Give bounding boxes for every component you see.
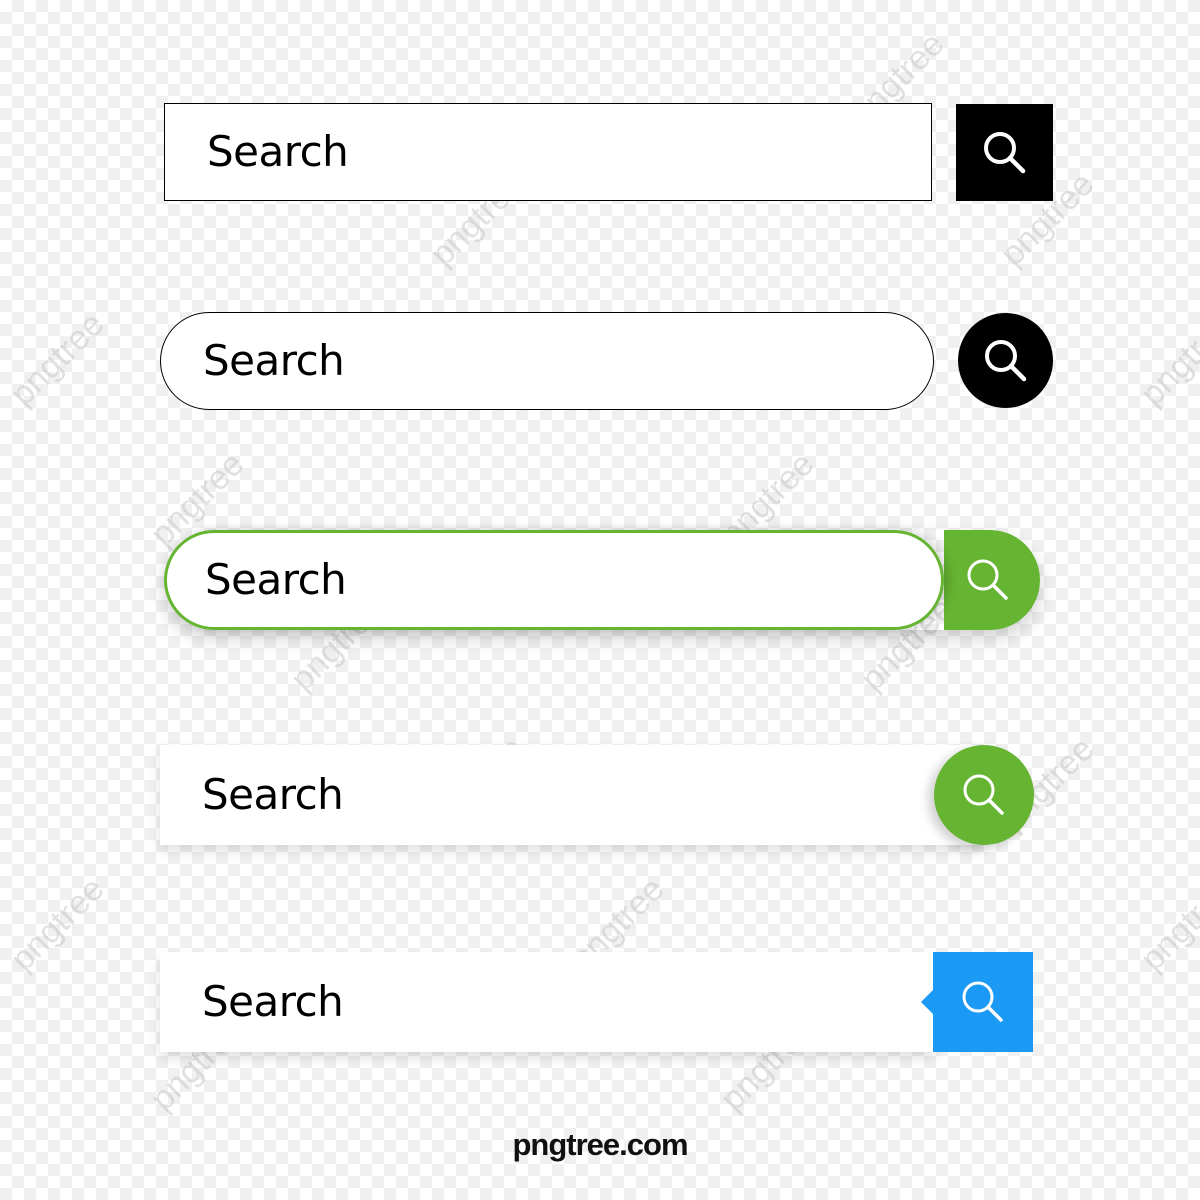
search-icon [977,125,1033,181]
search-icon [955,974,1011,1030]
watermark: pngtree [3,869,112,979]
search-button[interactable] [958,313,1053,408]
search-button[interactable] [934,745,1034,845]
search-placeholder: Search [205,555,347,604]
search-input[interactable]: Search [164,530,944,630]
search-bar-pill-outline[interactable]: Search [160,312,934,410]
search-placeholder: Search [202,770,344,819]
search-placeholder: Search [203,336,345,385]
search-button[interactable] [956,104,1053,201]
search-button[interactable] [944,530,1040,630]
footer-logo: pngtree.com [512,1127,688,1162]
search-icon [956,767,1012,823]
watermark: pngtree [1133,304,1200,414]
watermark: pngtree [3,304,112,414]
pointer-arrow [921,990,933,1014]
search-placeholder: Search [202,977,344,1026]
search-placeholder: Search [207,127,349,176]
search-bar-flat[interactable]: Search [160,952,935,1052]
search-bar-flat[interactable]: Search [160,745,980,845]
search-button[interactable] [921,952,1033,1052]
search-icon [978,333,1034,389]
watermark: pngtree [1133,869,1200,979]
search-icon [960,552,1016,608]
search-bar-square-outline[interactable]: Search [164,103,932,201]
search-bar-green-pill-combo: Search [164,530,1040,630]
